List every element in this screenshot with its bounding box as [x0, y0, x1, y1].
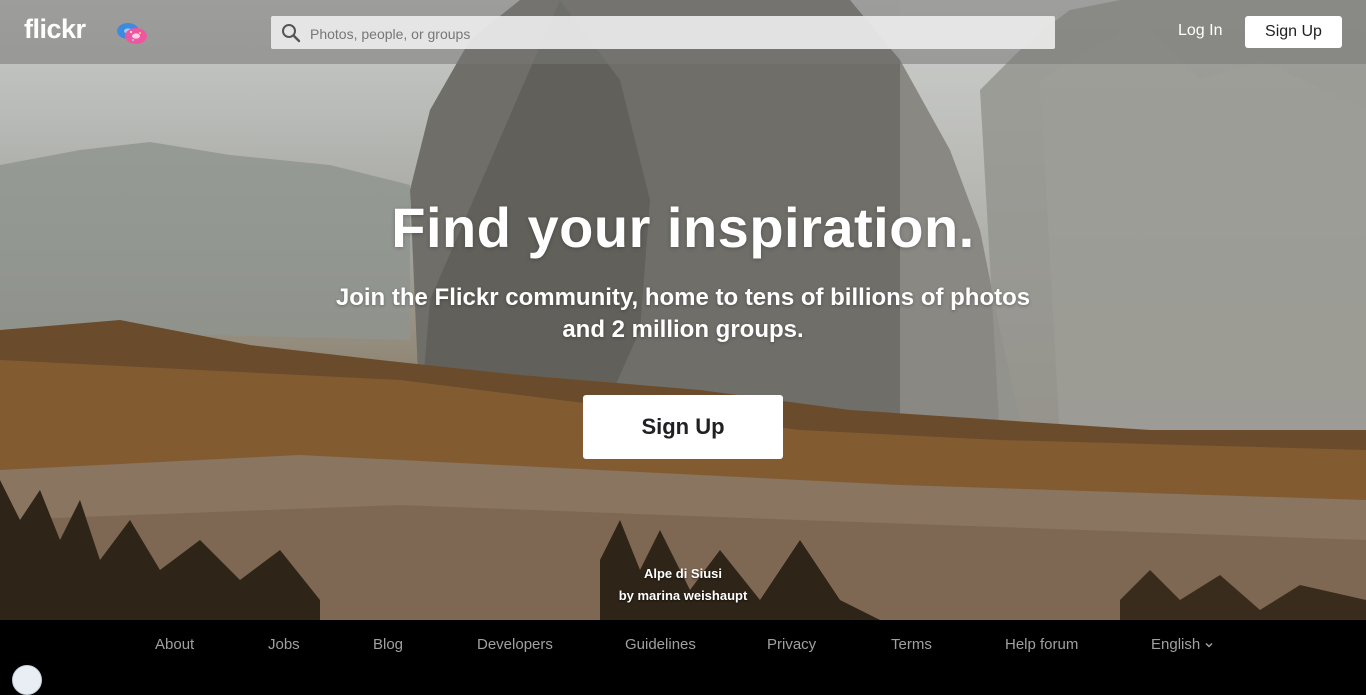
search-bar — [271, 16, 1055, 51]
photo-author-link[interactable]: by marina weishaupt — [619, 588, 748, 603]
photo-title-link[interactable]: Alpe di Siusi — [644, 566, 722, 581]
footer-link-about[interactable]: About — [155, 636, 194, 653]
footer-link-help-forum[interactable]: Help forum — [1005, 636, 1078, 653]
search-input[interactable] — [308, 16, 1042, 51]
chevron-down-icon — [1205, 643, 1213, 648]
language-label: English — [1151, 636, 1201, 653]
login-link[interactable]: Log In — [1178, 22, 1222, 40]
footer-link-jobs[interactable]: Jobs — [268, 636, 300, 653]
search-icon[interactable] — [281, 23, 301, 43]
hero-signup-button[interactable]: Sign Up — [583, 395, 783, 459]
top-navigation: flickr Log In Sign Up — [0, 0, 1366, 64]
footer-link-privacy[interactable]: Privacy — [767, 636, 816, 653]
help-chat-bubble[interactable] — [12, 665, 42, 695]
footer-link-blog[interactable]: Blog — [373, 636, 403, 653]
footer-link-developers[interactable]: Developers — [477, 636, 553, 653]
footer: About Jobs Blog Developers Guidelines Pr… — [0, 620, 1366, 672]
footer-link-guidelines[interactable]: Guidelines — [625, 636, 696, 653]
photo-credit: Alpe di Siusi by marina weishaupt — [0, 563, 1366, 607]
flickr-logo[interactable]: flickr — [24, 14, 86, 45]
footer-link-terms[interactable]: Terms — [891, 636, 932, 653]
donut-badge-icon[interactable] — [114, 19, 150, 47]
hero-background-photo: Find your inspiration. Join the Flickr c… — [0, 0, 1366, 620]
header-signup-button[interactable]: Sign Up — [1245, 16, 1342, 48]
language-selector[interactable]: English — [1151, 636, 1214, 653]
hero-headline: Find your inspiration. — [391, 196, 975, 259]
hero-subhead: Join the Flickr community, home to tens … — [335, 284, 1031, 343]
